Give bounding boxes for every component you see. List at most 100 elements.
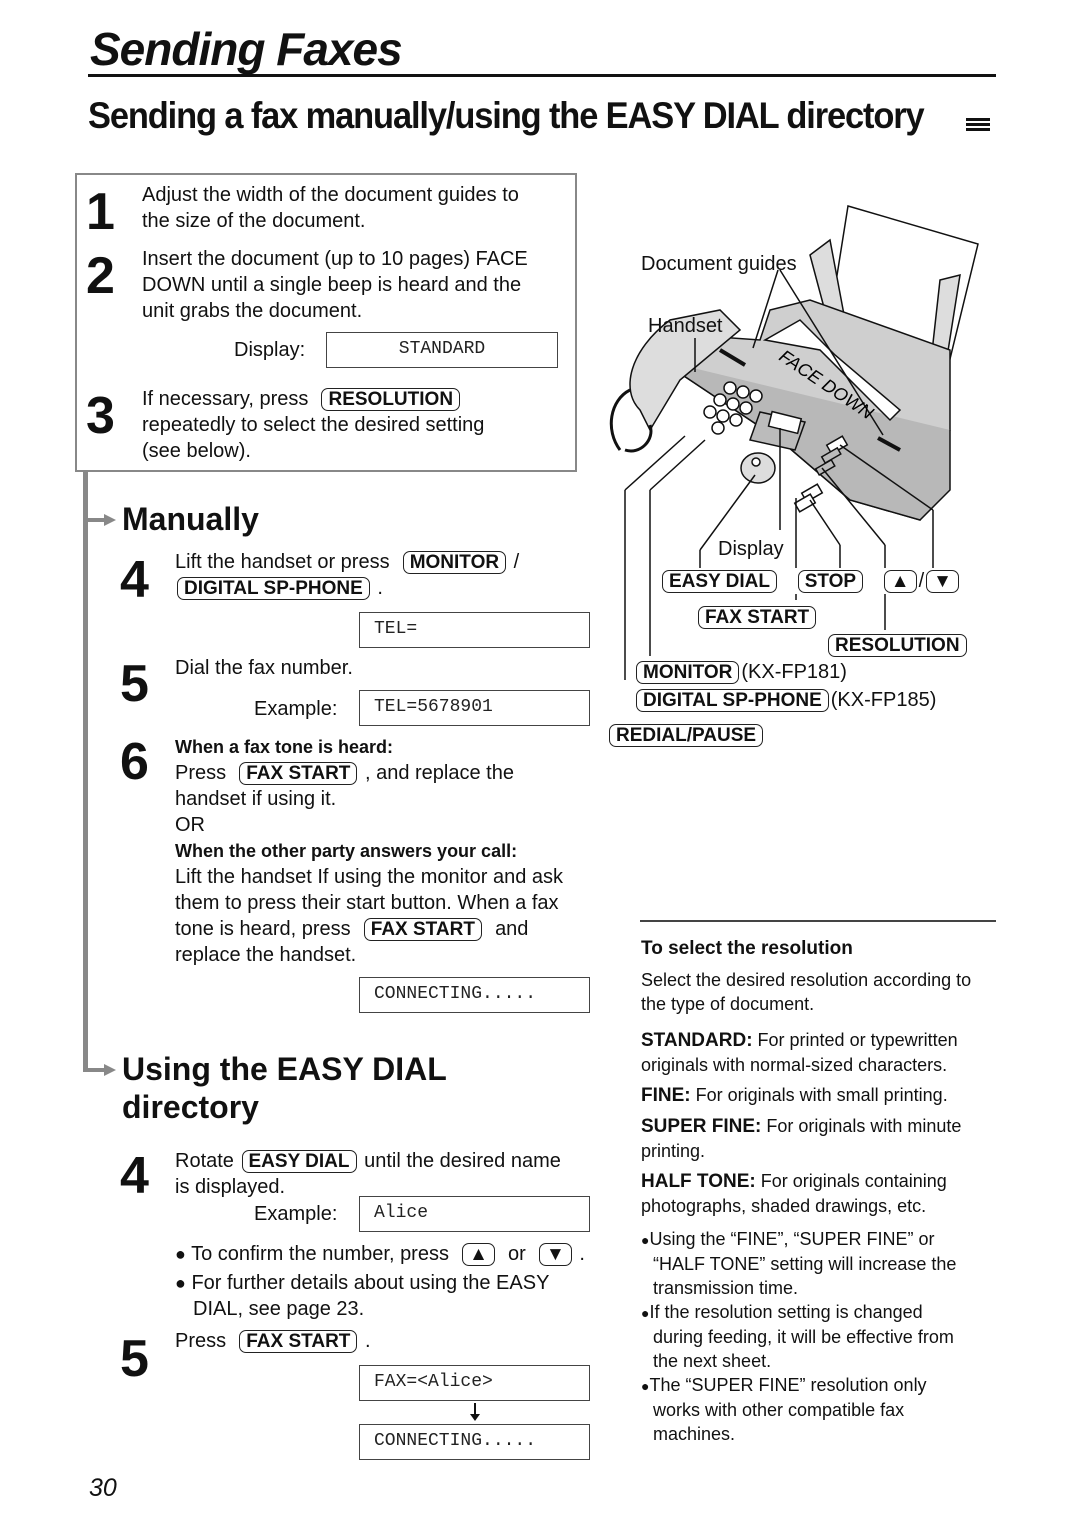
diagram-monitor: MONITOR (KX-FP181) [634, 659, 847, 685]
resolution-item: HALF TONE: For originals containing [641, 1169, 961, 1194]
step1-line1: Adjust the width of the document guides … [142, 184, 519, 206]
bullet-item: ● For further details about using the EA… [175, 1272, 550, 1294]
monitor-key[interactable]: MONITOR [402, 551, 507, 574]
fax-start-key[interactable]: FAX START [363, 918, 482, 941]
step2-line2: DOWN until a single beep is heard and th… [142, 274, 522, 296]
step3-prefix: If necessary, press [142, 388, 309, 410]
intro-line: the type of document. [641, 994, 815, 1014]
step1-line2: the size of the document. [142, 210, 366, 232]
resolution-desc: photographs, shaded drawings, etc. [641, 1196, 927, 1216]
display-label: Display [718, 537, 784, 561]
digital-sp-phone-key[interactable]: DIGITAL SP-PHONE [177, 577, 370, 600]
arrow-right-icon [104, 514, 116, 526]
fax-start-key[interactable]: FAX START [239, 762, 358, 785]
lcd-display-connecting: CONNECTING..... [359, 977, 590, 1013]
stop-key[interactable]: STOP [797, 570, 864, 593]
fax-start-key[interactable]: FAX START [239, 1330, 358, 1353]
bullet-text: To confirm the number, press [191, 1243, 449, 1265]
easy-dial-heading-line1: Using the EASY DIAL [122, 1051, 447, 1087]
easy-step5-text: Press FAX START . [175, 1328, 371, 1354]
resolution-heading: To select the resolution [641, 938, 853, 959]
manual-step4-text: Lift the handset or press MONITOR / DIGI… [175, 549, 519, 601]
easy-dial-key[interactable]: EASY DIAL [241, 1150, 357, 1173]
slash-separator: / [513, 551, 520, 573]
note-text: during feeding, it will be effective fro… [653, 1327, 954, 1347]
resolution-term: STANDARD: [641, 1030, 753, 1051]
resolution-item: SUPER FINE: For originals with minute [641, 1114, 961, 1139]
digital-sp-phone-key[interactable]: DIGITAL SP-PHONE [636, 689, 829, 712]
step6-para-line: them to press their start button. When a… [175, 892, 559, 914]
step-number: 2 [86, 247, 115, 305]
easy-dial-heading-line2: directory [122, 1089, 259, 1125]
lcd-display-standard: STANDARD [326, 332, 558, 368]
easy-bullets: ● To confirm the number, press ▲ or ▼ . … [175, 1241, 585, 1322]
step6-line: handset if using it. [175, 788, 337, 810]
lcd-display-connecting: CONNECTING..... [359, 1424, 590, 1460]
resolution-desc: For originals containing [755, 1171, 947, 1191]
diagram-fax-start: FAX START [696, 604, 819, 630]
arrow-down-head [470, 1414, 480, 1421]
resolution-desc: originals with normal-sized characters. [641, 1055, 948, 1075]
display-label: Display: [234, 339, 306, 361]
down-arrow-key[interactable]: ▼ [926, 570, 959, 593]
intro-line: Select the desired resolution according … [641, 970, 972, 990]
lcd-display-tel-number: TEL=5678901 [359, 690, 590, 726]
step-number: 1 [86, 183, 115, 241]
step6-para-line: Lift the handset If using the monitor an… [175, 866, 564, 888]
lcd-display-fax-alice: FAX=<Alice> [359, 1365, 590, 1401]
resolution-notes: ●Using the “FINE”, “SUPER FINE” or “HALF… [641, 1227, 956, 1446]
flow-connector [83, 1068, 105, 1072]
handset-label: Handset [648, 315, 723, 337]
easy-dial-key[interactable]: EASY DIAL [662, 570, 778, 593]
step3-line2: repeatedly to select the desired setting [142, 414, 485, 436]
resolution-term: FINE: [641, 1085, 691, 1106]
lcd-display-alice: Alice [359, 1196, 590, 1232]
bullet-text: For further details about using the EASY [191, 1272, 550, 1294]
or-text: OR [175, 814, 205, 836]
resolution-desc: For printed or typewritten [752, 1030, 958, 1050]
resolution-key[interactable]: RESOLUTION [321, 388, 461, 411]
example-label: Example: [254, 1203, 338, 1225]
step2-line1: Insert the document (up to 10 pages) FAC… [142, 248, 528, 270]
note-text: works with other compatible fax [653, 1400, 905, 1420]
step2-line3: unit grabs the document. [142, 300, 363, 322]
model-label: (KX-FP185) [830, 689, 937, 711]
lcd-display-tel: TEL= [359, 612, 590, 648]
or-word: or [508, 1243, 526, 1265]
note-text: Using the “FINE”, “SUPER FINE” or [649, 1229, 935, 1249]
step4-prefix: Lift the handset or press [175, 551, 390, 573]
flow-bracket [83, 472, 88, 1072]
step-number: 3 [86, 387, 115, 445]
note-text: the next sheet. [653, 1351, 772, 1371]
other-party-heading: When the other party answers your call: [175, 841, 518, 861]
monitor-key[interactable]: MONITOR [636, 661, 740, 684]
resolution-intro: Select the desired resolution according … [641, 968, 971, 1016]
note-text: machines. [653, 1424, 736, 1444]
down-arrow-key[interactable]: ▼ [538, 1243, 572, 1266]
model-label: (KX-FP181) [741, 661, 847, 683]
manually-heading: Manually [122, 501, 259, 537]
rotate-word: Rotate [175, 1150, 234, 1172]
step-number: 4 [120, 551, 149, 609]
note-item: ●Using the “FINE”, “SUPER FINE” or [641, 1229, 935, 1249]
step-number: 4 [120, 1147, 149, 1205]
period: . [579, 1243, 585, 1265]
up-arrow-key[interactable]: ▲ [462, 1243, 495, 1266]
resolution-key[interactable]: RESOLUTION [828, 634, 967, 657]
manual-step6-text: When a fax tone is heard: Press FAX STAR… [175, 734, 563, 968]
press-word: Press [175, 1330, 227, 1352]
note-item: ●The “SUPER FINE” resolution only [641, 1375, 927, 1395]
title-rule [88, 74, 996, 77]
resolution-item: STANDARD: For printed or typewritten [641, 1028, 961, 1053]
slash-separator: / [918, 570, 925, 592]
resolution-item: FINE: For originals with small printing. [641, 1083, 961, 1108]
step2-text: Insert the document (up to 10 pages) FAC… [142, 246, 528, 324]
redial-pause-key[interactable]: REDIAL/PAUSE [609, 724, 764, 747]
resolution-term: SUPER FINE: [641, 1116, 762, 1137]
arrow-right-icon [104, 1064, 116, 1076]
up-arrow-key[interactable]: ▲ [883, 570, 917, 593]
fax-start-key[interactable]: FAX START [698, 606, 817, 629]
resolution-desc: For originals with small printing. [690, 1085, 948, 1105]
flow-connector [83, 518, 105, 522]
fax-tone-heading: When a fax tone is heard: [175, 737, 394, 757]
